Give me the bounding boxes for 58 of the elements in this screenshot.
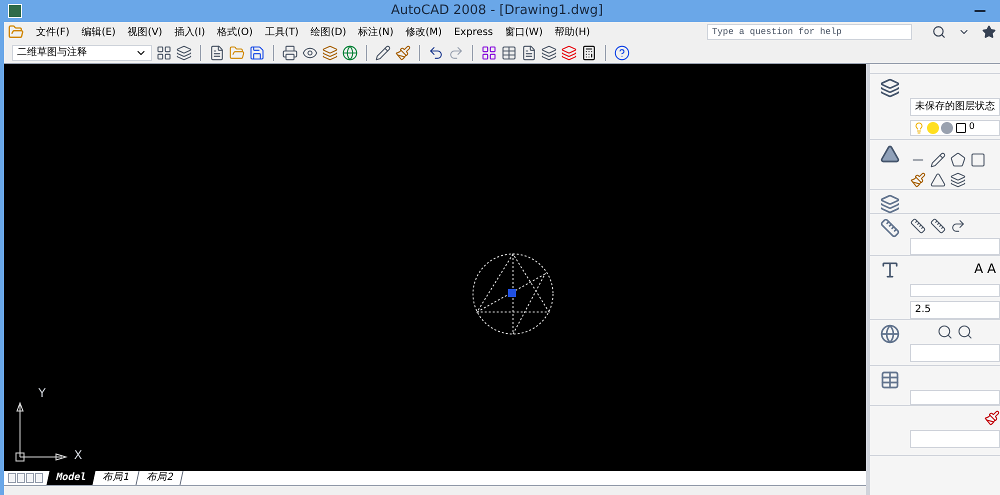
app-icon[interactable]: [8, 4, 22, 18]
polygon-icon[interactable]: [950, 152, 966, 168]
table-style-field[interactable]: [910, 390, 1000, 405]
table-icon[interactable]: [501, 44, 517, 60]
x-axis-label: X: [74, 449, 82, 461]
linear-dimension-icon[interactable]: [910, 218, 926, 234]
undo-icon[interactable]: [428, 44, 444, 60]
text-style-field[interactable]: [910, 284, 1000, 297]
menu-item[interactable]: 帮助(H): [554, 24, 590, 40]
menu-item[interactable]: 绘图(D): [310, 24, 346, 40]
menu-item[interactable]: 编辑(E): [82, 24, 116, 40]
text-tool[interactable]: A: [974, 260, 984, 280]
layout-tab[interactable]: Model: [46, 471, 96, 485]
text-height-field[interactable]: 2.5: [910, 301, 1000, 319]
layer-dropdown[interactable]: 0: [910, 120, 1000, 136]
save-icon[interactable]: [249, 44, 265, 60]
text-panel-icon[interactable]: [880, 260, 900, 280]
workspace-dropdown[interactable]: 二维草图与注释: [12, 44, 152, 60]
search-icon[interactable]: [932, 25, 946, 39]
menu-item[interactable]: 视图(V): [128, 24, 162, 40]
menu-item[interactable]: 修改(M): [406, 24, 442, 40]
menu-item[interactable]: 窗口(W): [505, 24, 543, 40]
help-icon[interactable]: [614, 44, 630, 60]
window-title: AutoCAD 2008 - [Drawing1.dwg]: [390, 2, 604, 20]
y-axis-label: Y: [38, 387, 46, 399]
layers-icon[interactable]: [880, 78, 900, 98]
menu-item[interactable]: 标注(N): [358, 24, 394, 40]
new-file-icon[interactable]: [209, 44, 225, 60]
style-field[interactable]: [910, 430, 1000, 448]
table-panel-icon[interactable]: [880, 370, 900, 390]
star-icon[interactable]: [982, 25, 996, 39]
printer-icon[interactable]: [282, 44, 298, 60]
layer-tools-icon[interactable]: [880, 194, 900, 214]
document-icon[interactable]: [521, 44, 537, 60]
brush-icon[interactable]: [395, 44, 411, 60]
grid-icon[interactable]: [481, 44, 497, 60]
text-tool[interactable]: A: [987, 260, 996, 280]
lightbulb-icon: [913, 122, 925, 134]
calculator-icon[interactable]: [581, 44, 597, 60]
dimension-style-field[interactable]: [910, 238, 1000, 255]
menu-item[interactable]: 文件(F): [36, 24, 70, 40]
menu-item[interactable]: 工具(T): [264, 24, 299, 40]
aligned-dimension-icon[interactable]: [930, 218, 946, 234]
pencil-icon[interactable]: [375, 44, 391, 60]
rectangle-icon[interactable]: [970, 152, 986, 168]
dimension-icon[interactable]: [880, 218, 900, 238]
layer-color-icon: [955, 122, 967, 134]
folder-icon[interactable]: [8, 24, 24, 40]
leader-style-field[interactable]: [910, 344, 1000, 362]
globe-icon[interactable]: [342, 44, 358, 60]
layers-icon[interactable]: [176, 44, 192, 60]
menu-item[interactable]: 插入(I): [174, 24, 206, 40]
menu-item[interactable]: 格式(O): [217, 24, 253, 40]
menu-item[interactable]: Express: [454, 24, 494, 40]
layer-state-dropdown[interactable]: 未保存的图层状态: [910, 98, 1000, 116]
help-search-field[interactable]: Type a question for help: [707, 24, 912, 40]
ucs-icon: [14, 399, 70, 463]
stack-icon[interactable]: [541, 44, 557, 60]
